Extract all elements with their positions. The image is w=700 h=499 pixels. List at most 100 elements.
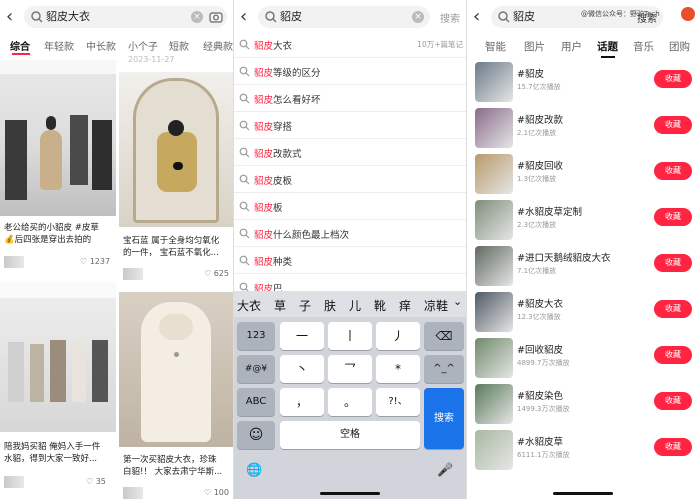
suggestion-item[interactable]: 貂皮什么颜色最上档次 (234, 220, 467, 247)
favorite-button[interactable]: 收藏 (654, 116, 692, 134)
key-stroke-4[interactable]: 丶 (280, 355, 324, 383)
favorite-button[interactable]: 收藏 (654, 346, 692, 364)
suggestion-item[interactable]: 貂皮皮板 (234, 166, 467, 193)
top-bar: ‹ 貂皮大衣 × (0, 0, 233, 34)
candidate-word[interactable]: 儿 (349, 297, 361, 314)
delete-icon[interactable]: ⌫ (424, 322, 464, 350)
topic-item[interactable]: #回收貂皮 4899.7万次播放 收藏 (467, 334, 700, 380)
search-icon (239, 93, 250, 104)
favorite-button[interactable]: 收藏 (654, 70, 692, 88)
key-stroke-1[interactable]: 一 (280, 322, 324, 350)
topic-item[interactable]: #水貂皮草 6111.1万次播放 收藏 (467, 426, 700, 472)
topic-view-count: 2.3亿次播放 (517, 221, 557, 229)
topic-item[interactable]: #貂皮 15.7亿次播放 收藏 (467, 58, 700, 104)
topic-view-count: 1.3亿次播放 (517, 175, 557, 183)
key-punctuation[interactable]: ?!、 (376, 388, 420, 416)
tab-images[interactable]: 图片 (524, 39, 545, 54)
tab-petite[interactable]: 小个子 (128, 38, 158, 53)
key-stroke-2[interactable]: 丨 (328, 322, 372, 350)
candidate-word[interactable]: 痒 (399, 297, 411, 314)
note-image (0, 282, 116, 432)
microphone-icon[interactable]: 🎤 (437, 463, 453, 478)
search-icon (239, 39, 250, 50)
favorite-button[interactable]: 收藏 (654, 438, 692, 456)
candidate-word[interactable]: 大衣 (237, 297, 261, 314)
tab-topics[interactable]: 话题 (597, 39, 618, 54)
candidate-word[interactable]: 草 (274, 297, 286, 314)
key-stroke-3[interactable]: 丿 (376, 322, 420, 350)
tab-young[interactable]: 年轻款 (44, 38, 74, 53)
key-emoticon[interactable]: ^_^ (424, 355, 464, 383)
favorite-button[interactable]: 收藏 (654, 254, 692, 272)
top-bar: ‹ 貂皮 搜索 @微信公众号：野驴Tech (467, 0, 700, 34)
topic-name: #貂皮改款 (517, 115, 563, 126)
favorite-button[interactable]: 收藏 (654, 300, 692, 318)
like-count: ♡ 1237 (80, 257, 111, 266)
candidate-word[interactable]: 靴 (374, 297, 386, 314)
topic-item[interactable]: #貂皮回收 1.3亿次播放 收藏 (467, 150, 700, 196)
suggestion-item[interactable]: 貂皮种类 (234, 247, 467, 274)
topic-item[interactable]: #貂皮改款 2.1亿次播放 收藏 (467, 104, 700, 150)
tab-users[interactable]: 用户 (561, 39, 582, 54)
topic-name: #貂皮 (517, 69, 544, 80)
topic-view-count: 1499.3万次播放 (517, 405, 570, 413)
candidate-word[interactable]: 肤 (324, 297, 336, 314)
topic-item[interactable]: #进口天鹅绒貂皮大衣 7.1亿次播放 收藏 (467, 242, 700, 288)
like-count: ♡ 100 (204, 488, 229, 497)
topic-item[interactable]: #貂皮大衣 12.3亿次播放 收藏 (467, 288, 700, 334)
tab-classic[interactable]: 经典款 (203, 38, 233, 53)
note-image (119, 292, 233, 447)
back-arrow-icon[interactable]: ‹ (6, 7, 22, 27)
result-type-tabs: 智能 图片 用户 话题 音乐 团购 (467, 37, 700, 58)
search-button[interactable]: 搜索 (440, 10, 460, 25)
suggestion-item[interactable]: 貂皮等级的区分 (234, 58, 467, 85)
key-comma[interactable]: ， (280, 388, 324, 416)
suggestion-item[interactable]: 貂皮穿搭 (234, 112, 467, 139)
key-123[interactable]: 123 (237, 322, 275, 350)
logo-icon (681, 7, 695, 21)
tab-comprehensive[interactable]: 综合 (10, 38, 30, 53)
suggestion-item[interactable]: 貂皮改款式 (234, 139, 467, 166)
search-results-panel: ‹ 貂皮大衣 × 综合 年轻款 中长款 小个子 短款 经典款 老公给买的小貂皮 … (0, 0, 233, 499)
clear-icon[interactable]: × (191, 11, 203, 23)
back-arrow-icon[interactable]: ‹ (473, 7, 489, 27)
suggestion-item[interactable]: 貂皮怎么看好坏 (234, 85, 467, 112)
suggestion-item[interactable]: 貂皮大衣 10万+篇笔记 (234, 31, 467, 58)
keyboard-search-button[interactable]: 搜索 (424, 388, 464, 449)
topic-name: #进口天鹅绒貂皮大衣 (517, 253, 611, 264)
search-icon (239, 255, 250, 266)
search-bar[interactable]: 貂皮 × (258, 6, 430, 28)
key-stroke-5[interactable]: 乛 (328, 355, 372, 383)
clear-icon[interactable]: × (412, 11, 424, 23)
topic-thumbnail (475, 430, 513, 470)
favorite-button[interactable]: 收藏 (654, 162, 692, 180)
tab-mid-length[interactable]: 中长款 (86, 38, 116, 53)
topic-view-count: 15.7亿次播放 (517, 83, 561, 91)
emoji-icon[interactable]: ☺ (237, 421, 275, 449)
note-title: 第一次买貂皮大衣，珍珠 白貂!！ 大家去肃宁华斯... (123, 455, 223, 477)
tab-music[interactable]: 音乐 (633, 39, 654, 54)
space-key[interactable]: 空格 (280, 421, 420, 449)
search-query: 貂皮 (280, 10, 302, 23)
tab-short[interactable]: 短款 (169, 38, 189, 53)
candidate-word[interactable]: 子 (299, 297, 311, 314)
suggestion-item[interactable]: 貂皮板 (234, 193, 467, 220)
search-bar[interactable]: 貂皮大衣 × (24, 6, 227, 28)
key-wildcard[interactable]: * (376, 355, 420, 383)
back-arrow-icon[interactable]: ‹ (240, 7, 256, 27)
favorite-button[interactable]: 收藏 (654, 208, 692, 226)
candidate-word[interactable]: 凉鞋 (424, 297, 448, 314)
key-abc[interactable]: ABC (237, 388, 275, 416)
topic-item[interactable]: #貂皮染色 1499.3万次播放 收藏 (467, 380, 700, 426)
camera-icon[interactable] (209, 11, 223, 23)
chevron-down-icon[interactable]: ⌄ (453, 295, 462, 308)
topic-item[interactable]: #水貂皮草定制 2.3亿次播放 收藏 (467, 196, 700, 242)
topic-view-count: 2.1亿次播放 (517, 129, 557, 137)
suggestion-count: 10万+篇笔记 (417, 40, 463, 49)
tab-smart[interactable]: 智能 (485, 39, 506, 54)
tab-group-buy[interactable]: 团购 (669, 39, 690, 54)
key-symbols[interactable]: #@¥ (237, 355, 275, 383)
favorite-button[interactable]: 收藏 (654, 392, 692, 410)
globe-icon[interactable]: 🌐 (246, 463, 262, 478)
key-period[interactable]: 。 (328, 388, 372, 416)
